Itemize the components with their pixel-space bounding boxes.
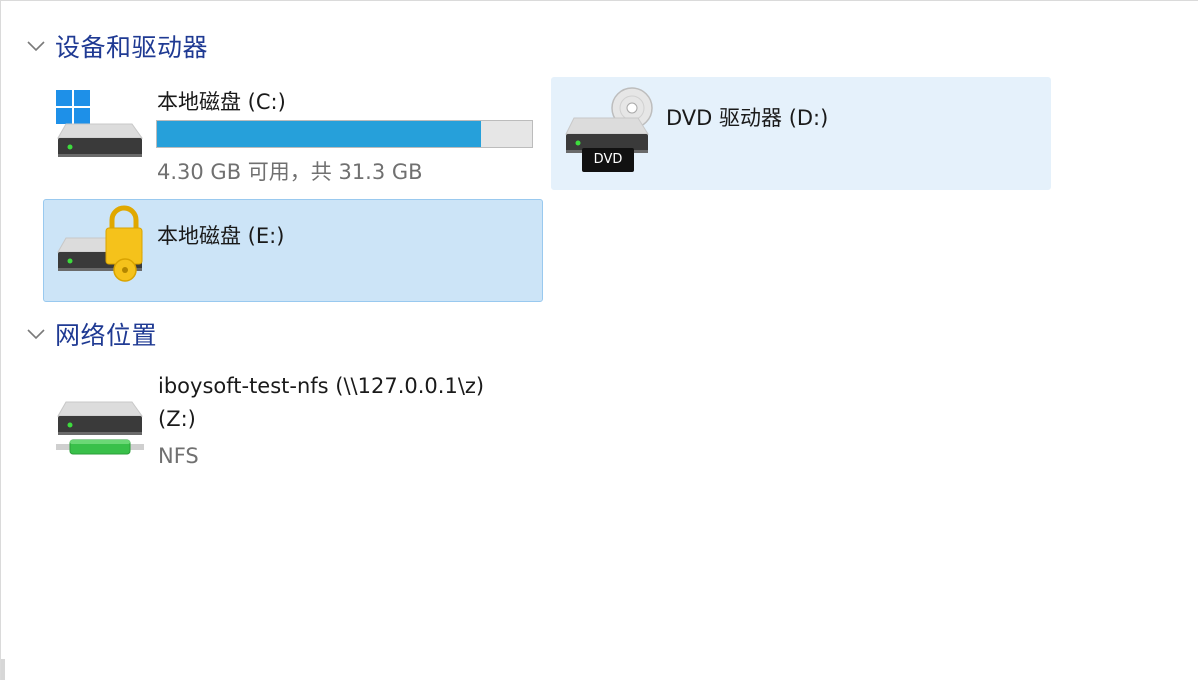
drive-tile-d[interactable]: DVD DVD 驱动器 (D:) <box>551 77 1051 190</box>
drive-free-space: 4.30 GB 可用，共 31.3 GB <box>157 160 423 184</box>
drive-filesystem-type: NFS <box>158 444 199 468</box>
drive-tile-c[interactable]: 本地磁盘 (C:) 4.30 GB 可用，共 31.3 GB <box>45 77 541 189</box>
file-explorer-this-pc-view: 设备和驱动器 本地磁盘 (C:) 4.30 GB 可用，共 31.3 GB DV… <box>0 0 1198 680</box>
group-header-network[interactable]: 网络位置 <box>25 316 157 352</box>
dvd-drive-icon: DVD <box>564 86 660 182</box>
drive-name: 本地磁盘 (E:) <box>157 224 285 248</box>
drive-usage-fill <box>157 121 481 147</box>
scrollbar-fragment[interactable] <box>1 659 5 680</box>
chevron-down-icon[interactable] <box>25 323 47 345</box>
dvd-badge-label: DVD <box>593 152 623 167</box>
drive-name: 本地磁盘 (C:) <box>157 90 286 114</box>
chevron-down-icon[interactable] <box>25 35 47 57</box>
group-title: 设备和驱动器 <box>55 33 209 62</box>
drive-tile-e[interactable]: 本地磁盘 (E:) <box>43 199 543 302</box>
network-drive-icon <box>56 400 148 472</box>
drive-usage-bar <box>156 120 533 148</box>
hard-drive-icon <box>56 204 148 290</box>
drive-name: DVD 驱动器 (D:) <box>666 106 829 130</box>
drive-tile-z[interactable]: iboysoft-test-nfs (\\127.0.0.1\z) (Z:) N… <box>45 365 541 477</box>
hard-drive-icon <box>56 88 146 164</box>
group-title: 网络位置 <box>55 321 158 350</box>
drive-name: iboysoft-test-nfs (\\127.0.0.1\z) <box>158 374 485 398</box>
windows-logo-icon <box>56 90 90 124</box>
group-header-devices[interactable]: 设备和驱动器 <box>25 28 208 64</box>
drive-letter: (Z:) <box>158 407 196 431</box>
